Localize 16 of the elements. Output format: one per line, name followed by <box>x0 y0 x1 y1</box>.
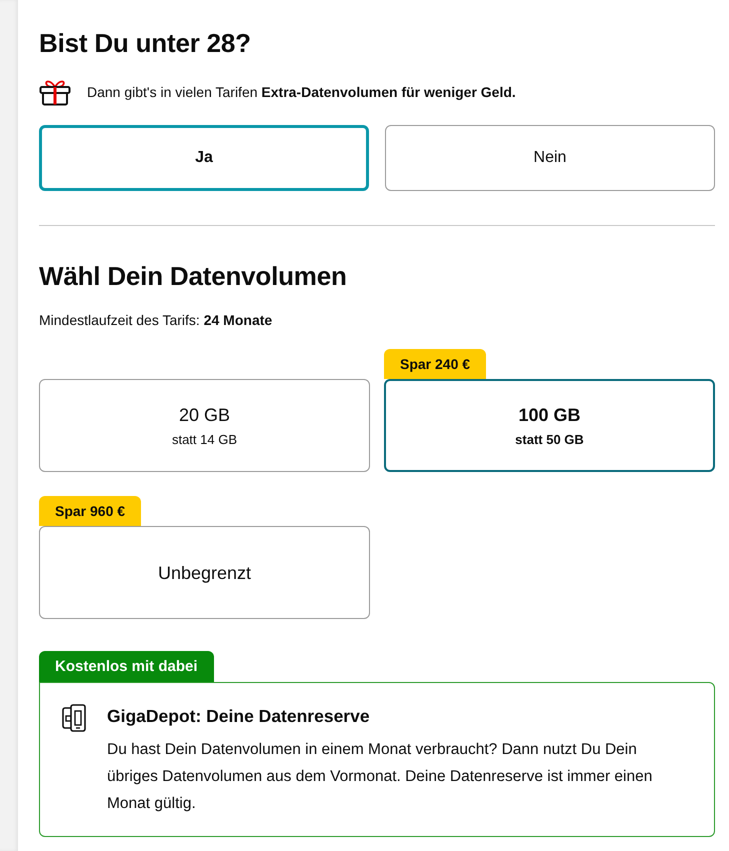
section-heading: Wähl Dein Datenvolumen <box>39 261 348 292</box>
feature-description: Du hast Dein Datenvolumen in einem Monat verbraucht? Dann nutzt Du Dein übriges Datenvolumen aus dem Vormonat. Deine Datenreserve ist immer einen Monat gültig. <box>107 740 654 814</box>
savings-badge: Spar 960 € <box>39 496 142 526</box>
data-volume-option[interactable]: 20 GB statt 14 GB <box>39 379 370 472</box>
savings-badge: Spar 240 € <box>384 349 486 379</box>
data-volume-option[interactable]: 100 GB statt 50 GB <box>384 379 715 472</box>
devices-icon <box>62 704 86 732</box>
included-badge: Kostenlos mit dabei <box>39 651 214 682</box>
promo-text: Dann gibt's in vielen Tarifen Extra-Datenvolumen für weniger Geld. <box>87 83 516 102</box>
answer-option[interactable]: Ja <box>39 125 369 191</box>
gift-icon <box>39 78 71 106</box>
contract-term-text: Mindestlaufzeit des Tarifs: 24 Monate <box>39 311 274 330</box>
data-volume-option[interactable]: Unbegrenzt <box>39 526 370 619</box>
section-heading: Bist Du unter 28? <box>39 28 252 59</box>
feature-title: GigaDepot: Deine Datenreserve <box>107 705 371 728</box>
answer-option[interactable]: Nein <box>385 125 715 191</box>
